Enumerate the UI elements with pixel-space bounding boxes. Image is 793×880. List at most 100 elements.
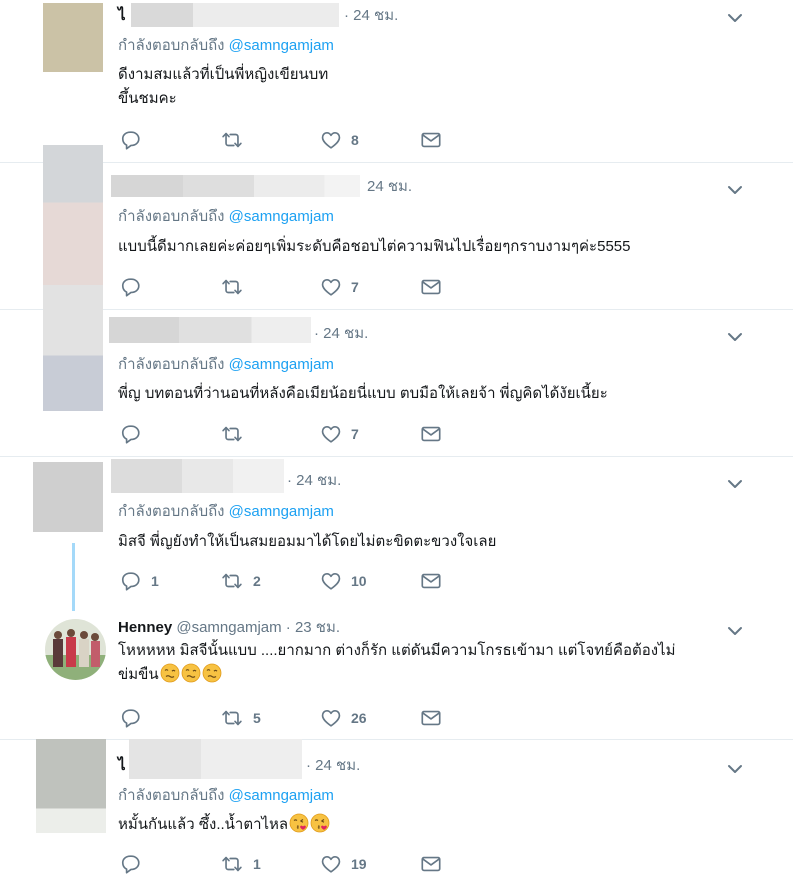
like-button[interactable]: 26 bbox=[320, 707, 367, 729]
like-count: 10 bbox=[351, 573, 367, 589]
display-name[interactable]: ไ bbox=[118, 7, 126, 24]
avatar[interactable] bbox=[33, 462, 103, 532]
dm-button[interactable] bbox=[420, 570, 442, 592]
reply-button[interactable] bbox=[120, 276, 142, 298]
tweet-1[interactable]: ไ · 24 ชม. กำลังตอบกลับถึง @samngamjam ด… bbox=[0, 0, 793, 163]
retweet-count: 5 bbox=[253, 710, 261, 726]
chevron-down-icon[interactable] bbox=[727, 763, 743, 775]
envelope-icon bbox=[421, 132, 441, 148]
like-button[interactable]: 10 bbox=[320, 570, 367, 592]
reply-icon bbox=[121, 572, 140, 591]
heart-icon bbox=[321, 710, 341, 727]
timestamp[interactable]: · 24 ชม. bbox=[344, 7, 398, 24]
timestamp[interactable]: · 24 ชม. bbox=[314, 325, 368, 342]
replying-to: กำลังตอบกลับถึง @samngamjam bbox=[118, 37, 334, 54]
heart-icon bbox=[321, 132, 341, 149]
avatar[interactable] bbox=[45, 619, 106, 680]
dm-button[interactable] bbox=[420, 423, 442, 445]
chevron-down-icon[interactable] bbox=[727, 625, 743, 637]
tweet-4-thread[interactable]: · 24 ชม. กำลังตอบกลับถึง @samngamjam มิส… bbox=[0, 456, 793, 740]
timestamp[interactable]: · 24 ชม. bbox=[306, 757, 360, 774]
like-count: 19 bbox=[351, 856, 367, 872]
face-blowing-kiss-emoji bbox=[310, 813, 330, 833]
tweet-text: หมั้นกันแล้ว ซึ้ง..น้ำตาไหล bbox=[118, 813, 738, 837]
avatar[interactable] bbox=[43, 3, 103, 72]
heart-icon bbox=[321, 279, 341, 296]
dm-button[interactable] bbox=[420, 276, 442, 298]
tweet-text: แบบนี้ดีมากเลยค่ะค่อยๆเพิ่มระดับคือชอบไต… bbox=[118, 238, 631, 255]
envelope-icon bbox=[421, 279, 441, 295]
like-count: 7 bbox=[351, 279, 359, 295]
face-blowing-kiss-emoji bbox=[289, 813, 309, 833]
mention-link[interactable]: @samngamjam bbox=[229, 787, 334, 804]
redacted-handle bbox=[183, 175, 360, 197]
dm-button[interactable] bbox=[420, 129, 442, 151]
tweet-6[interactable]: ไ · 24 ชม. กำลังตอบกลับถึง @samngamjam ห… bbox=[0, 739, 793, 880]
tweet-text: พี่ญ บทตอนที่ว่านอนที่หลังคือเมียน้อยนี่… bbox=[118, 385, 608, 402]
display-name[interactable]: ไ bbox=[118, 757, 126, 774]
redacted-name bbox=[109, 317, 179, 343]
mention-link[interactable]: @samngamjam bbox=[229, 208, 334, 225]
woozy-face-emoji bbox=[202, 663, 222, 683]
reply-icon bbox=[121, 425, 140, 444]
replying-to: กำลังตอบกลับถึง @samngamjam bbox=[118, 356, 334, 373]
dm-button[interactable] bbox=[420, 707, 442, 729]
mention-link[interactable]: @samngamjam bbox=[229, 503, 334, 520]
redacted-name bbox=[111, 459, 182, 493]
tweet-2[interactable]: 24 ชม. กำลังตอบกลับถึง @samngamjam แบบนี… bbox=[0, 145, 793, 310]
chevron-down-icon[interactable] bbox=[727, 12, 743, 24]
timestamp[interactable]: · 23 ชม. bbox=[286, 619, 340, 636]
timestamp[interactable]: · 24 ชม. bbox=[287, 472, 341, 489]
replying-to: กำลังตอบกลับถึง @samngamjam bbox=[118, 787, 334, 804]
chevron-down-icon[interactable] bbox=[727, 478, 743, 490]
retweet-button[interactable] bbox=[220, 276, 244, 298]
like-count: 7 bbox=[351, 426, 359, 442]
mention-link[interactable]: @samngamjam bbox=[229, 356, 334, 373]
dm-button[interactable] bbox=[420, 853, 442, 875]
avatar[interactable] bbox=[36, 739, 106, 833]
reply-button[interactable]: 1 bbox=[120, 570, 159, 592]
tweet-actions: 8 bbox=[118, 129, 458, 151]
retweet-icon bbox=[222, 426, 242, 442]
reply-button[interactable] bbox=[120, 129, 142, 151]
reply-icon bbox=[121, 278, 140, 297]
heart-icon bbox=[321, 573, 341, 590]
tweet-text: ดีงามสมแล้วที่เป็นพี่หญิงเขียนบท ขึ้นชมค… bbox=[118, 66, 329, 107]
avatar[interactable] bbox=[43, 285, 103, 411]
mention-link[interactable]: @samngamjam bbox=[229, 37, 334, 54]
retweet-button[interactable] bbox=[220, 423, 244, 445]
like-button[interactable]: 7 bbox=[320, 276, 359, 298]
woozy-face-emoji bbox=[160, 663, 180, 683]
retweet-button[interactable] bbox=[220, 129, 244, 151]
redacted-name bbox=[111, 175, 183, 197]
display-name[interactable]: Henney bbox=[118, 619, 172, 636]
heart-icon bbox=[321, 856, 341, 873]
retweet-count: 1 bbox=[253, 856, 261, 872]
reply-icon bbox=[121, 709, 140, 728]
redacted-handle bbox=[182, 459, 284, 493]
timestamp[interactable]: 24 ชม. bbox=[367, 178, 412, 195]
reply-button[interactable] bbox=[120, 853, 142, 875]
reply-count: 1 bbox=[151, 573, 159, 589]
retweet-button[interactable]: 2 bbox=[220, 570, 261, 592]
retweet-button[interactable]: 1 bbox=[220, 853, 261, 875]
retweet-icon bbox=[222, 710, 242, 726]
tweet-actions: 5 26 bbox=[118, 707, 458, 729]
like-button[interactable]: 8 bbox=[320, 129, 359, 151]
like-button[interactable]: 7 bbox=[320, 423, 359, 445]
tweet-actions: 7 bbox=[118, 276, 458, 298]
envelope-icon bbox=[421, 710, 441, 726]
tweet-actions: 7 bbox=[118, 423, 458, 445]
replying-to: กำลังตอบกลับถึง @samngamjam bbox=[118, 208, 334, 225]
retweet-button[interactable]: 5 bbox=[220, 707, 261, 729]
thread-connector bbox=[72, 543, 75, 611]
user-handle[interactable]: @samngamjam bbox=[176, 619, 281, 636]
retweet-icon bbox=[222, 573, 242, 589]
like-button[interactable]: 19 bbox=[320, 853, 367, 875]
tweet-3[interactable]: · 24 ชม. กำลังตอบกลับถึง @samngamjam พี่… bbox=[0, 285, 793, 457]
reply-button[interactable] bbox=[120, 423, 142, 445]
chevron-down-icon[interactable] bbox=[727, 331, 743, 343]
redacted-handle bbox=[179, 317, 311, 343]
reply-button[interactable] bbox=[120, 707, 142, 729]
chevron-down-icon[interactable] bbox=[727, 184, 743, 196]
